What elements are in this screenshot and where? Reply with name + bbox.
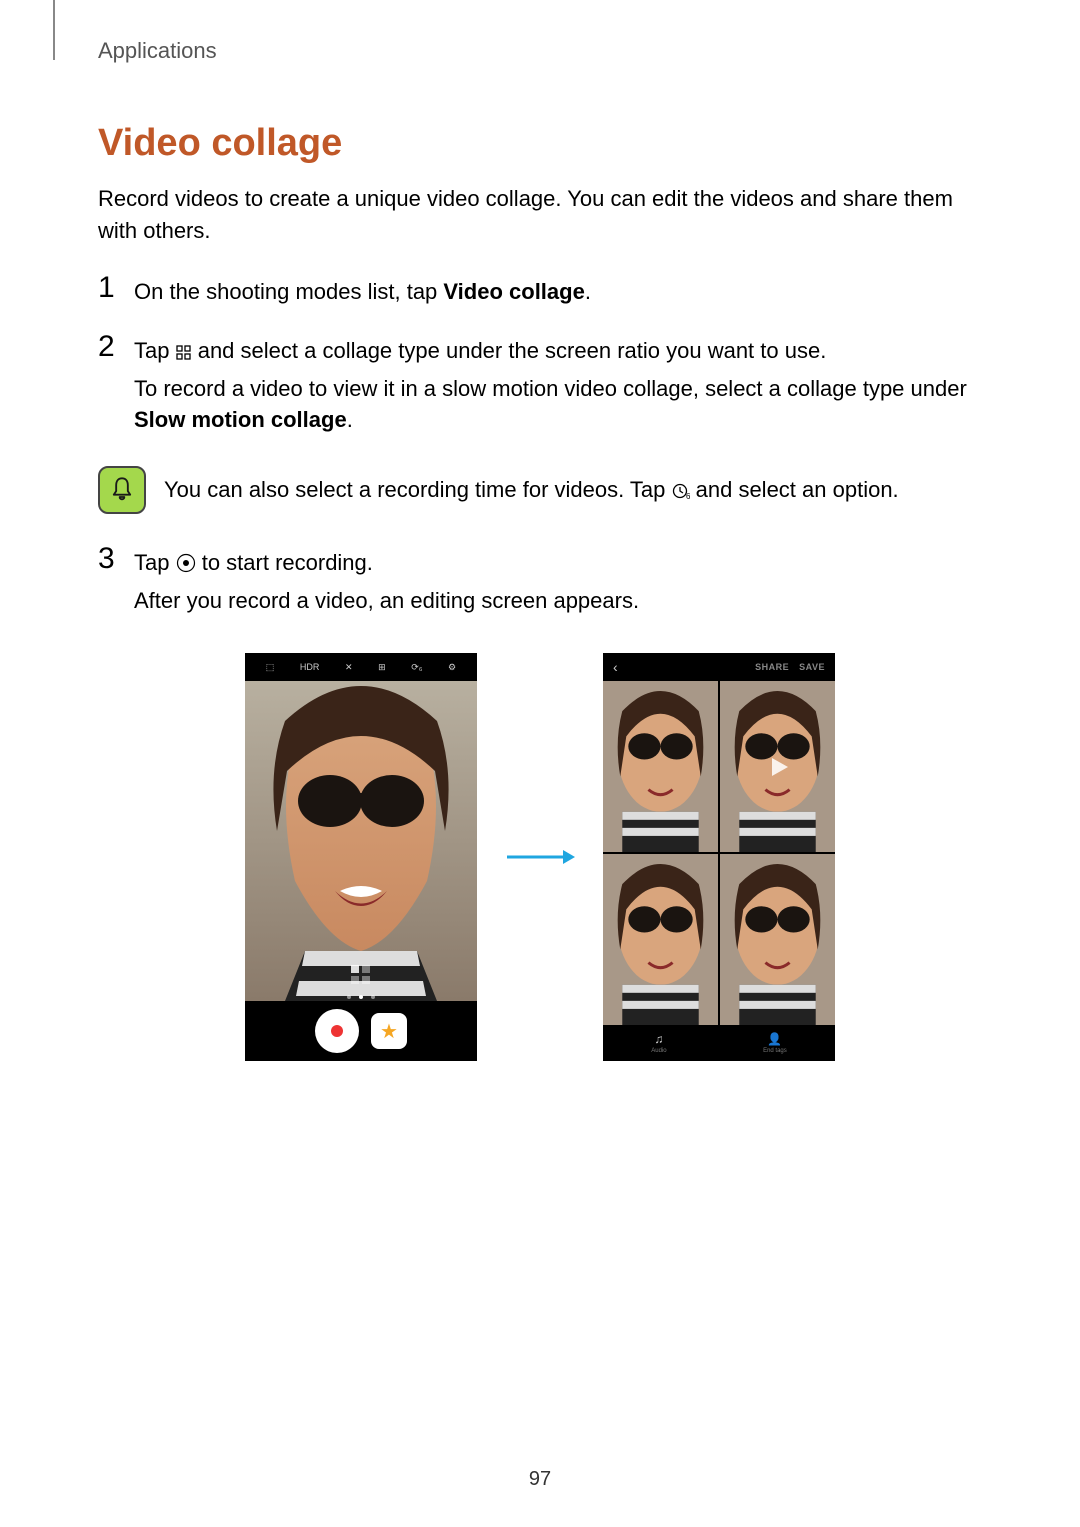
intro-text: Record videos to create a unique video c… (98, 183, 982, 247)
step-2: 2 Tap and select a collage type under th… (98, 332, 982, 443)
step-number: 2 (98, 332, 128, 362)
screenshot-camera: ⬚ HDR ✕ ⊞ ⟳₆ ⚙ (245, 653, 477, 1061)
step-number: 3 (98, 544, 128, 574)
camera-topbar: ⬚ HDR ✕ ⊞ ⟳₆ ⚙ (245, 653, 477, 681)
step1-text-a: On the shooting modes list, tap (134, 279, 443, 304)
step2-line2-c: . (347, 407, 353, 432)
step3-line1-b: to start recording. (196, 550, 373, 575)
back-button[interactable]: ‹ (613, 659, 618, 675)
step-number: 1 (98, 273, 128, 303)
endtags-tool[interactable]: 👤 End tags (763, 1032, 787, 1054)
step3-line1-a: Tap (134, 550, 176, 575)
music-note-icon: ♫ (654, 1032, 663, 1046)
arrow-right-icon (505, 847, 575, 867)
play-icon (720, 681, 835, 852)
audio-tool[interactable]: ♫ Audio (651, 1032, 666, 1054)
note-text-b: and select an option. (690, 477, 899, 502)
note-callout: You can also select a recording time for… (98, 466, 982, 514)
collage-grid-icon (176, 345, 192, 361)
screenshot-editor: ‹ SHARE SAVE (603, 653, 835, 1061)
editor-topbar: ‹ SHARE SAVE (603, 653, 835, 681)
hdr-icon: HDR (300, 662, 320, 672)
breadcrumb: Applications (98, 38, 982, 64)
settings-icon: ⚙ (448, 662, 456, 673)
step-1: 1 On the shooting modes list, tap Video … (98, 273, 982, 314)
step-3: 3 Tap to start recording. After you reco… (98, 544, 982, 623)
person-icon: 👤 (767, 1032, 782, 1046)
step2-line1-a: Tap (134, 338, 176, 363)
step2-line2-bold: Slow motion collage (134, 407, 347, 432)
step2-line1-b: and select a collage type under the scre… (192, 338, 827, 363)
screenshot-row: ⬚ HDR ✕ ⊞ ⟳₆ ⚙ (98, 653, 982, 1061)
collage-cell (603, 681, 718, 852)
record-button[interactable] (315, 1009, 359, 1053)
timer-icon: ⟳₆ (411, 662, 422, 673)
save-button[interactable]: SAVE (799, 662, 825, 672)
flash-off-icon: ✕ (345, 662, 353, 673)
record-button-icon (176, 553, 196, 573)
endtags-label: End tags (763, 1048, 787, 1054)
section-title: Video collage (98, 122, 982, 165)
switch-camera-icon: ⬚ (266, 662, 275, 673)
collage-cell (603, 854, 718, 1025)
viewfinder (245, 681, 477, 1001)
collage-grid-icon: ⊞ (378, 662, 386, 673)
note-bell-icon (98, 466, 146, 514)
collage-cell (720, 681, 835, 852)
step2-line2-a: To record a video to view it in a slow m… (134, 376, 967, 401)
collage-cell (720, 854, 835, 1025)
effects-button[interactable]: ★ (371, 1013, 407, 1049)
audio-label: Audio (651, 1048, 666, 1054)
step3-line2: After you record a video, an editing scr… (134, 585, 982, 617)
collage-layout-indicator-icon (350, 964, 372, 991)
camera-bottombar: ★ (245, 1001, 477, 1061)
note-text-a: You can also select a recording time for… (164, 477, 672, 502)
page-number: 97 (0, 1468, 1080, 1491)
collage-grid (603, 681, 835, 1025)
step1-text-c: . (585, 279, 591, 304)
step1-bold: Video collage (443, 279, 584, 304)
editor-bottombar: ♫ Audio 👤 End tags (603, 1025, 835, 1061)
timer-icon: 6 (672, 482, 690, 500)
share-button[interactable]: SHARE (755, 662, 789, 672)
mode-dots (245, 995, 477, 999)
